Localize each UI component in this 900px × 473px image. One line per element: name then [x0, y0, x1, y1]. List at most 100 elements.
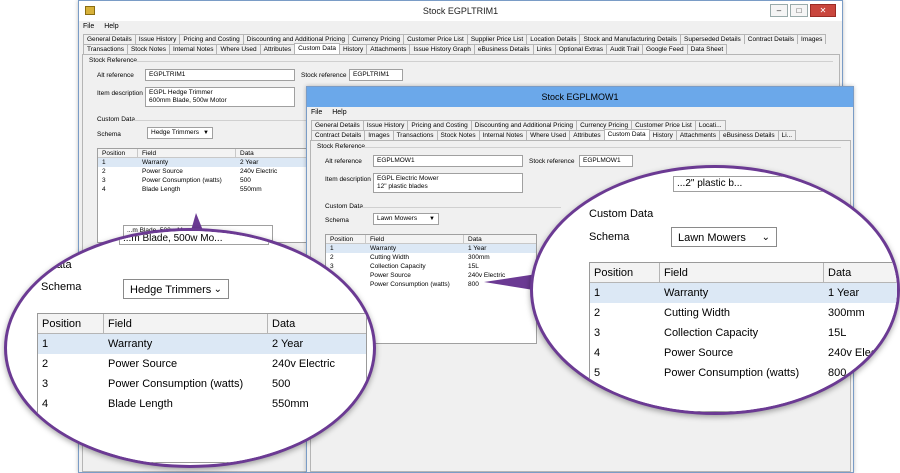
grid-header: Position Field Data: [38, 314, 366, 334]
stock-reference-field[interactable]: EGPLTRIM1: [349, 69, 403, 81]
table-row[interactable]: 4 Blade Length 550mm: [98, 185, 308, 194]
tab-transactions[interactable]: Transactions: [83, 44, 128, 54]
column-header-data[interactable]: Data: [236, 149, 308, 157]
tab-issue-history[interactable]: Issue History: [134, 34, 181, 44]
tab-currency-pricing[interactable]: Currency Pricing: [348, 34, 405, 44]
tab-customer-price-list[interactable]: Customer Price List: [403, 34, 468, 44]
tab-pricing-and-costing[interactable]: Pricing and Costing: [407, 120, 472, 130]
menu-help[interactable]: Help: [328, 107, 350, 118]
table-row: 5 Power Consumption (watts) 800: [590, 363, 897, 383]
tab-attachments[interactable]: Attachments: [366, 44, 411, 54]
schema-dropdown[interactable]: Lawn Mowers ▼: [373, 213, 439, 225]
tab-locati[interactable]: Locati...: [694, 120, 726, 130]
tab-row-1: General Details Issue History Pricing and …: [311, 120, 726, 130]
column-header-position[interactable]: Position: [326, 235, 366, 243]
column-header-field[interactable]: Field: [138, 149, 236, 157]
schema-dropdown-value: Lawn Mowers: [377, 215, 418, 222]
tab-optional-extras[interactable]: Optional Extras: [554, 44, 608, 54]
alt-reference-field[interactable]: EGPLTRIM1: [145, 69, 295, 81]
window-title-bar[interactable]: Stock EGPLMOW1: [307, 87, 853, 107]
tab-stock-notes[interactable]: Stock Notes: [436, 130, 480, 140]
tab-ebusiness-details[interactable]: eBusiness Details: [473, 44, 534, 54]
menu-file[interactable]: File: [307, 107, 326, 118]
cell-field: Power Source: [108, 358, 178, 370]
stock-reference-group-label: Stock Reference: [317, 143, 366, 150]
tab-history[interactable]: History: [648, 130, 677, 140]
tab-ebusiness-details[interactable]: eBusiness Details: [718, 130, 779, 140]
zoom-custom-data-grid: Position Field Data 1 Warranty 1 Year 2 Cutting…: [589, 262, 897, 412]
column-header-position[interactable]: Position: [98, 149, 138, 157]
tab-general-details[interactable]: General Details: [83, 34, 136, 44]
table-row[interactable]: 1 Warranty 2 Year: [98, 158, 308, 167]
tab-contract-details[interactable]: Contract Details: [311, 130, 366, 140]
tab-links[interactable]: Links: [532, 44, 556, 54]
tab-internal-notes[interactable]: Internal Notes: [478, 130, 528, 140]
close-button[interactable]: ✕: [810, 4, 836, 17]
cell-field: Blade Length: [142, 186, 181, 193]
column-header-data[interactable]: Data: [268, 314, 373, 333]
tab-superseded-details[interactable]: Superseded Details: [680, 34, 745, 44]
tab-discounting-and-additional-pricing[interactable]: Discounting and Additional Pricing: [470, 120, 578, 130]
cell-position: 4: [594, 347, 601, 359]
menu-help[interactable]: Help: [100, 21, 122, 32]
tab-attributes[interactable]: Attributes: [259, 44, 296, 54]
window-title-bar[interactable]: Stock EGPLTRIM1 – □ ✕: [79, 1, 842, 21]
zoom-schema-label: Schema: [41, 281, 82, 293]
item-description-label: Item description: [325, 176, 371, 183]
tab-internal-notes[interactable]: Internal Notes: [169, 44, 218, 54]
tab-custom-data[interactable]: Custom Data: [294, 43, 341, 54]
cell-data: 240v Electric: [240, 168, 278, 175]
tab-transactions[interactable]: Transactions: [392, 130, 438, 140]
tab-stock-notes[interactable]: Stock Notes: [126, 44, 171, 54]
column-header-position[interactable]: Position: [590, 263, 660, 282]
cell-data: 550mm: [272, 398, 309, 410]
column-header-field[interactable]: Field: [366, 235, 464, 243]
tab-where-used[interactable]: Where Used: [216, 44, 261, 54]
tab-images[interactable]: Images: [797, 34, 827, 44]
tab-pricing-and-costing[interactable]: Pricing and Costing: [179, 34, 244, 44]
menu-file[interactable]: File: [79, 21, 98, 32]
tab-where-used[interactable]: Where Used: [526, 130, 571, 140]
tab-audit-trail[interactable]: Audit Trail: [606, 44, 644, 54]
table-row[interactable]: 3 Power Consumption (watts) 500: [98, 176, 308, 185]
tab-general-details[interactable]: General Details: [311, 120, 364, 130]
item-description-field[interactable]: EGPL Hedge Trimmer 600mm Blade, 500w Mot…: [145, 87, 295, 107]
column-header-field[interactable]: Field: [660, 263, 824, 282]
stock-reference-field[interactable]: EGPLMOW1: [579, 155, 633, 167]
item-description-label: Item description: [97, 90, 143, 97]
cell-position: 2: [594, 307, 601, 319]
schema-dropdown[interactable]: Hedge Trimmers ▼: [147, 127, 213, 139]
tab-custom-data[interactable]: Custom Data: [603, 129, 650, 140]
tab-google-feed[interactable]: Google Feed: [642, 44, 688, 54]
table-row: 2 Cutting Width 300mm: [590, 303, 897, 323]
table-row: 4 Blade Length 550mm: [38, 394, 366, 414]
tab-history[interactable]: History: [339, 44, 368, 54]
item-description-field[interactable]: EGPL Electric Mower 12" plastic blades: [373, 173, 523, 193]
tab-images[interactable]: Images: [364, 130, 394, 140]
tab-li[interactable]: Li...: [777, 130, 797, 140]
tab-location-details[interactable]: Location Details: [526, 34, 581, 44]
table-row[interactable]: 2 Cutting Width 300mm: [326, 253, 536, 262]
tab-issue-history[interactable]: Issue History: [362, 120, 409, 130]
minimize-button[interactable]: –: [770, 4, 788, 17]
tab-issue-history-graph[interactable]: Issue History Graph: [409, 44, 475, 54]
cell-data: 15L: [828, 327, 847, 339]
table-row[interactable]: 2 Power Source 240v Electric: [98, 167, 308, 176]
tab-supplier-price-list[interactable]: Supplier Price List: [466, 34, 528, 44]
cell-position: 5: [594, 367, 601, 379]
column-header-field[interactable]: Field: [104, 314, 268, 333]
column-header-position[interactable]: Position: [38, 314, 104, 333]
tab-attributes[interactable]: Attributes: [569, 130, 605, 140]
cell-position: 4: [42, 398, 49, 410]
tab-stock-and-manufacturing-details[interactable]: Stock and Manufacturing Details: [579, 34, 682, 44]
alt-reference-field[interactable]: EGPLMOW1: [373, 155, 523, 167]
chevron-down-icon: ▼: [429, 216, 435, 222]
tab-attachments[interactable]: Attachments: [675, 130, 720, 140]
maximize-button[interactable]: □: [790, 4, 808, 17]
column-header-data[interactable]: Data: [464, 235, 536, 243]
tab-data-sheet[interactable]: Data Sheet: [686, 44, 728, 54]
tab-contract-details[interactable]: Contract Details: [743, 34, 799, 44]
cell-field: Power Consumption (watts): [370, 281, 450, 288]
column-header-data[interactable]: Data: [824, 263, 897, 282]
table-row[interactable]: 1 Warranty 1 Year: [326, 244, 536, 253]
